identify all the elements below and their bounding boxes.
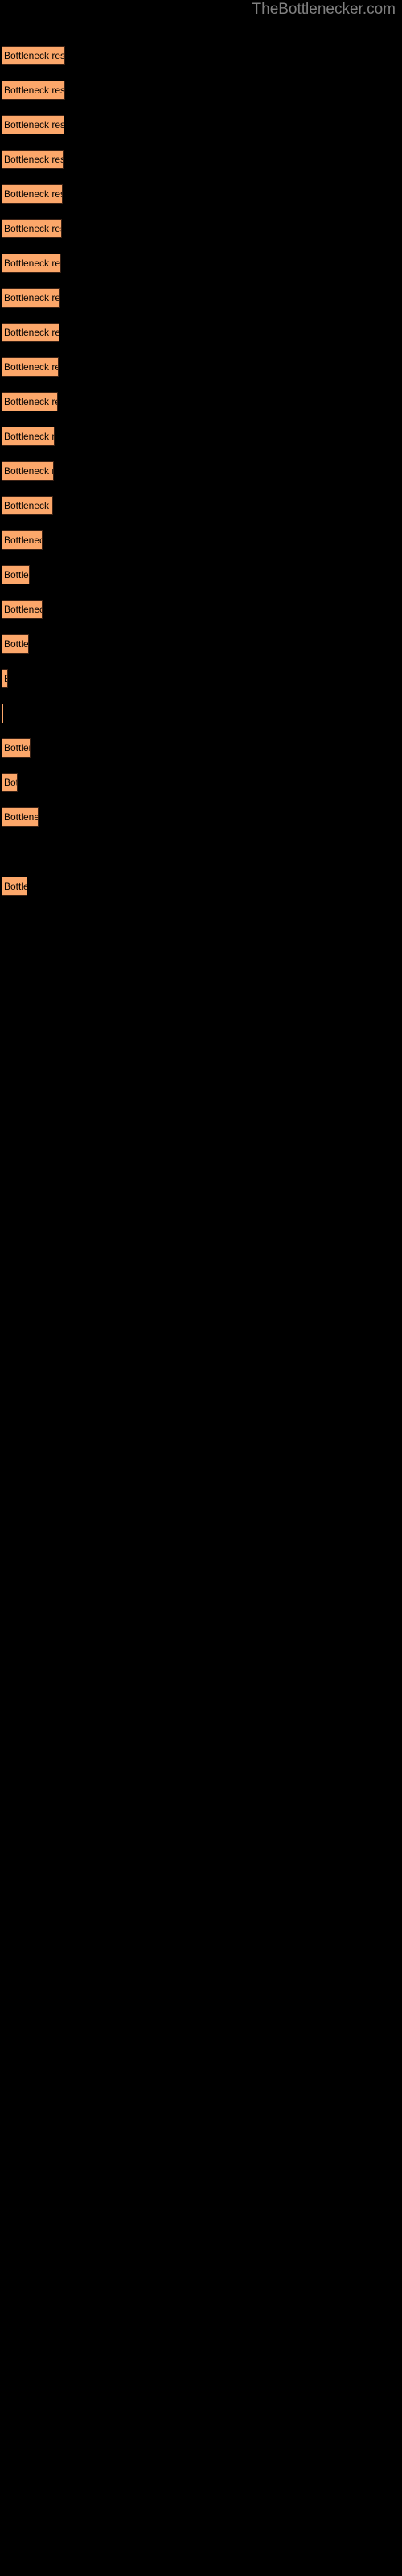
bottleneck-bar[interactable]: Bottleneck result xyxy=(2,565,30,584)
bar-label: Bottleneck result xyxy=(4,154,63,165)
bar-row: Bottleneck result xyxy=(0,323,402,342)
bar-row: Bottleneck result xyxy=(0,392,402,411)
bar-label: Bottleneck result xyxy=(4,673,7,684)
bar-list: Bottleneck result Bottleneck result Bottle… xyxy=(0,0,402,2576)
bottleneck-bar[interactable]: Bottleneck result xyxy=(2,634,29,654)
bar-row: Bottleneck result xyxy=(0,184,402,204)
bottleneck-bar[interactable]: Bottleneck result xyxy=(2,80,65,100)
bar-row: Bottleneck result xyxy=(0,842,402,861)
bar-row: Bottleneck result xyxy=(0,46,402,65)
bottleneck-bar[interactable]: Bottleneck result xyxy=(2,773,18,792)
axis-tail-row xyxy=(0,2466,402,2516)
bar-row: Bottleneck result xyxy=(0,669,402,688)
bar-label: Bottleneck result xyxy=(4,223,61,234)
bottleneck-bar[interactable]: Bottleneck result xyxy=(2,392,58,411)
bottleneck-bar[interactable]: Bottleneck result xyxy=(2,461,54,481)
bottleneck-bar[interactable]: Bottleneck result xyxy=(2,877,27,896)
bar-row: Bottleneck result xyxy=(0,219,402,238)
bottleneck-bar[interactable]: Bottleneck result xyxy=(2,288,60,308)
bar-row: Bottleneck result xyxy=(0,461,402,481)
bar-row: Bottleneck result xyxy=(0,80,402,100)
bottleneck-bar[interactable]: Bottleneck result xyxy=(2,46,65,65)
bottleneck-bar[interactable]: Bottleneck result xyxy=(2,150,64,169)
bar-label: Bottleneck result xyxy=(4,431,55,442)
bar-row: Bottleneck result xyxy=(0,877,402,896)
bottleneck-bar[interactable]: Bottleneck result xyxy=(2,323,59,342)
bar-row: Bottleneck result xyxy=(0,738,402,758)
bar-row: Bottleneck result xyxy=(0,115,402,134)
bar-label: Bottleneck result xyxy=(4,465,53,477)
bar-label: Bottleneck result xyxy=(4,811,38,823)
bar-label: Bottleneck result xyxy=(4,361,58,373)
bar-row: Bottleneck result xyxy=(0,807,402,827)
bottleneck-bar[interactable]: Bottleneck result xyxy=(2,807,39,827)
bottleneck-bar[interactable]: Bottleneck result xyxy=(2,704,3,723)
bar-label: Bottleneck result xyxy=(4,396,57,407)
bar-row: Bottleneck result xyxy=(0,357,402,377)
bar-label: Bottleneck result xyxy=(4,742,30,753)
bottleneck-bar[interactable]: Bottleneck result xyxy=(2,184,63,204)
bottleneck-bar[interactable]: Bottleneck result xyxy=(2,357,59,377)
bar-label: Bottleneck result xyxy=(4,119,64,130)
bottleneck-bar[interactable]: Bottleneck result xyxy=(2,496,53,515)
bottleneck-bar[interactable]: Bottleneck result xyxy=(2,254,61,273)
bar-row: Bottleneck result xyxy=(0,427,402,446)
bar-label: Bottleneck result xyxy=(4,535,42,546)
bar-row: Bottleneck result xyxy=(0,773,402,792)
bar-row: Bottleneck result xyxy=(0,496,402,515)
bottleneck-bar[interactable]: Bottleneck result xyxy=(2,427,55,446)
bar-label: Bottleneck result xyxy=(4,50,65,61)
bar-label: Bottleneck result xyxy=(4,327,59,338)
bar-row: Bottleneck result xyxy=(0,150,402,169)
bar-row: Bottleneck result xyxy=(0,565,402,584)
bottleneck-chart: TheBottlenecker.com Bottleneck resultBot… xyxy=(0,0,402,2576)
bar-row: Bottleneck result xyxy=(0,288,402,308)
bar-row: Bottleneck result xyxy=(0,530,402,550)
bottleneck-bar[interactable]: Bottleneck result xyxy=(2,530,43,550)
bar-label: Bottleneck result xyxy=(4,881,27,892)
bar-label: Bottleneck result xyxy=(4,85,65,96)
bottleneck-bar[interactable]: Bottleneck result xyxy=(2,669,8,688)
bar-row: Bottleneck result xyxy=(0,704,402,723)
bar-label: Bottleneck result xyxy=(4,500,52,511)
bar-row: Bottleneck result xyxy=(0,634,402,654)
bottleneck-bar[interactable]: Bottleneck result xyxy=(2,600,43,619)
bar-label: Bottleneck result xyxy=(4,604,42,615)
bottleneck-bar[interactable]: Bottleneck result xyxy=(2,219,62,238)
bottleneck-bar[interactable]: Bottleneck result xyxy=(2,738,31,758)
bar-label: Bottleneck result xyxy=(4,188,62,200)
bar-label: Bottleneck result xyxy=(4,638,29,650)
bar-row: Bottleneck result xyxy=(0,254,402,273)
bar-label: Bottleneck result xyxy=(4,258,61,269)
bar-row: Bottleneck result xyxy=(0,600,402,619)
bar-label: Bottleneck result xyxy=(4,777,17,788)
bar-label: Bottleneck result xyxy=(4,569,29,580)
bottleneck-bar[interactable]: Bottleneck result xyxy=(2,115,64,134)
bar-label: Bottleneck result xyxy=(4,292,60,303)
